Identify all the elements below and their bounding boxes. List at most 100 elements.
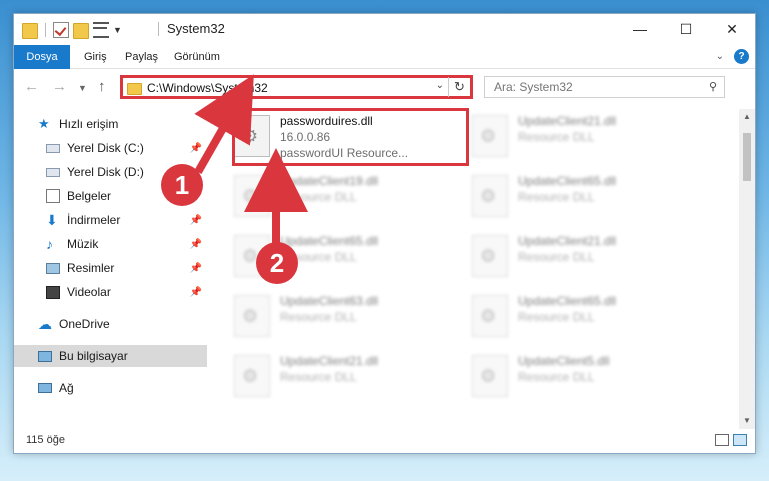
nav-item-music[interactable]: ♪ Müzik 📌 — [14, 233, 207, 255]
file-item[interactable]: UpdateClient63.dll Resource DLL — [222, 293, 452, 349]
file-item[interactable]: UpdateClient65.dll Resource DLL — [460, 173, 690, 229]
explorer-window: ▼ System32 — ☐ ✕ Dosya Giriş Paylaş Görü… — [13, 13, 756, 454]
back-arrow-icon[interactable]: ← — [24, 78, 39, 95]
recent-locations-chevron-icon[interactable]: ▼ — [78, 83, 87, 93]
star-icon: ★ — [38, 116, 50, 131]
address-dropdown-chevron-icon[interactable]: ⌄ — [436, 80, 444, 91]
nav-item-pictures[interactable]: Resimler 📌 — [14, 257, 207, 279]
file-item[interactable]: UpdateClient21.dll Resource DLL — [460, 233, 690, 289]
file-item[interactable]: UpdateClient21.dll Resource DLL — [222, 353, 452, 409]
tab-view[interactable]: Görünüm — [166, 45, 228, 69]
scroll-up-arrow-icon[interactable]: ▲ — [739, 109, 755, 125]
pin-icon: 📌 — [189, 214, 202, 226]
file-name: UpdateClient19.dll — [280, 174, 379, 188]
videos-icon — [46, 285, 60, 299]
nav-item-label: Yerel Disk (C:) — [67, 141, 144, 155]
folder-icon — [127, 83, 142, 95]
address-row: ← → ▼ ↑ C:\Windows\System32 ⌄ ↻ ⚲ — [14, 71, 755, 103]
nav-item-label: Hızlı erişim — [59, 117, 119, 131]
maximize-button[interactable]: ☐ — [663, 14, 709, 44]
dll-file-icon — [234, 175, 270, 217]
nav-item-label: Bu bilgisayar — [59, 349, 128, 363]
address-bar[interactable]: C:\Windows\System32 ⌄ ↻ — [120, 75, 473, 99]
folder-icon — [22, 23, 38, 39]
pin-icon: 📌 — [189, 262, 202, 274]
search-icon[interactable]: ⚲ — [709, 80, 717, 93]
refresh-icon[interactable]: ↻ — [448, 77, 470, 97]
cloud-icon: ☁ — [38, 316, 52, 332]
nav-item-local-disk-c[interactable]: Yerel Disk (C:) 📌 — [14, 137, 207, 159]
dll-file-icon — [472, 115, 508, 157]
new-folder-icon[interactable] — [73, 23, 89, 39]
navigation-pane: ★ Hızlı erişim Yerel Disk (C:) 📌 Yerel D… — [14, 109, 207, 429]
dll-file-icon — [472, 295, 508, 337]
scroll-thumb[interactable] — [743, 133, 751, 181]
nav-item-this-pc[interactable]: Bu bilgisayar — [14, 345, 207, 367]
file-description: Resource DLL — [280, 370, 357, 384]
nav-item-label: Videolar — [67, 285, 111, 299]
search-input[interactable] — [485, 77, 685, 97]
network-icon — [38, 383, 52, 393]
vertical-scrollbar[interactable]: ▲ ▼ — [739, 109, 755, 429]
list-properties-icon[interactable] — [93, 22, 109, 38]
nav-item-label: Yerel Disk (D:) — [67, 165, 144, 179]
file-name: UpdateClient5.dll — [518, 354, 610, 368]
file-description: Resource DLL — [518, 370, 595, 384]
customize-toolbar-chevron-icon[interactable]: ▼ — [113, 25, 122, 35]
dll-file-icon — [234, 355, 270, 397]
nav-item-onedrive[interactable]: ☁ OneDrive — [14, 313, 207, 335]
forward-arrow-icon[interactable]: → — [52, 78, 67, 95]
dll-file-icon — [472, 235, 508, 277]
drive-icon — [46, 143, 60, 153]
file-description: Resource DLL — [280, 310, 357, 324]
tab-file[interactable]: Dosya — [14, 45, 70, 69]
search-box[interactable]: ⚲ — [484, 76, 725, 98]
close-button[interactable]: ✕ — [709, 14, 755, 44]
ribbon-tabs: Dosya Giriş Paylaş Görünüm ⌄ ? — [14, 45, 755, 69]
nav-item-videos[interactable]: Videolar 📌 — [14, 281, 207, 303]
download-icon: ⬇ — [46, 212, 58, 228]
nav-item-network[interactable]: Ağ — [14, 377, 207, 399]
tab-home[interactable]: Giriş — [76, 45, 115, 69]
divider — [45, 23, 46, 37]
nav-item-downloads[interactable]: ⬇ İndirmeler 📌 — [14, 209, 207, 231]
file-item[interactable]: UpdateClient21.dll Resource DLL — [460, 113, 690, 169]
ribbon-right-controls: ⌄ ? — [716, 49, 749, 64]
file-item[interactable]: UpdateClient5.dll Resource DLL — [460, 353, 690, 409]
window-controls: — ☐ ✕ — [617, 14, 755, 44]
minimize-button[interactable]: — — [617, 14, 663, 44]
nav-item-quick-access[interactable]: ★ Hızlı erişim — [14, 113, 207, 135]
file-item[interactable]: UpdateClient65.dll Resource DLL — [460, 293, 690, 349]
pin-icon: 📌 — [189, 238, 202, 250]
file-name: UpdateClient21.dll — [280, 354, 379, 368]
pictures-icon — [46, 262, 60, 274]
divider — [158, 22, 159, 36]
file-item[interactable]: UpdateClient19.dll Resource DLL — [222, 173, 452, 229]
documents-icon — [46, 189, 60, 203]
item-count: 115 öğe — [26, 434, 65, 446]
step-1-badge: 1 — [161, 164, 203, 206]
file-name: UpdateClient65.dll — [518, 294, 617, 308]
expand-ribbon-chevron-icon[interactable]: ⌄ — [716, 51, 724, 62]
up-arrow-icon[interactable]: ↑ — [98, 78, 106, 95]
file-description: Resource DLL — [518, 190, 595, 204]
file-description: Resource DLL — [518, 310, 595, 324]
scroll-down-arrow-icon[interactable]: ▼ — [739, 413, 755, 429]
tab-share[interactable]: Paylaş — [117, 45, 166, 69]
properties-check-icon[interactable] — [53, 22, 69, 38]
help-icon[interactable]: ? — [734, 49, 749, 64]
nav-item-label: Resimler — [67, 261, 115, 275]
title-bar: ▼ System32 — ☐ ✕ — [14, 14, 755, 44]
view-toggle — [715, 434, 747, 446]
file-name: UpdateClient65.dll — [280, 234, 379, 248]
details-view-icon[interactable] — [715, 434, 729, 446]
status-bar: 115 öğe — [14, 429, 755, 453]
computer-icon — [38, 350, 52, 362]
file-description: Resource DLL — [518, 250, 595, 264]
file-name: UpdateClient21.dll — [518, 114, 617, 128]
large-icons-view-icon[interactable] — [733, 434, 747, 446]
quick-access-toolbar: ▼ — [22, 21, 122, 39]
nav-item-label: Ağ — [59, 381, 74, 395]
address-path[interactable]: C:\Windows\System32 — [147, 81, 268, 95]
dll-file-icon — [472, 355, 508, 397]
